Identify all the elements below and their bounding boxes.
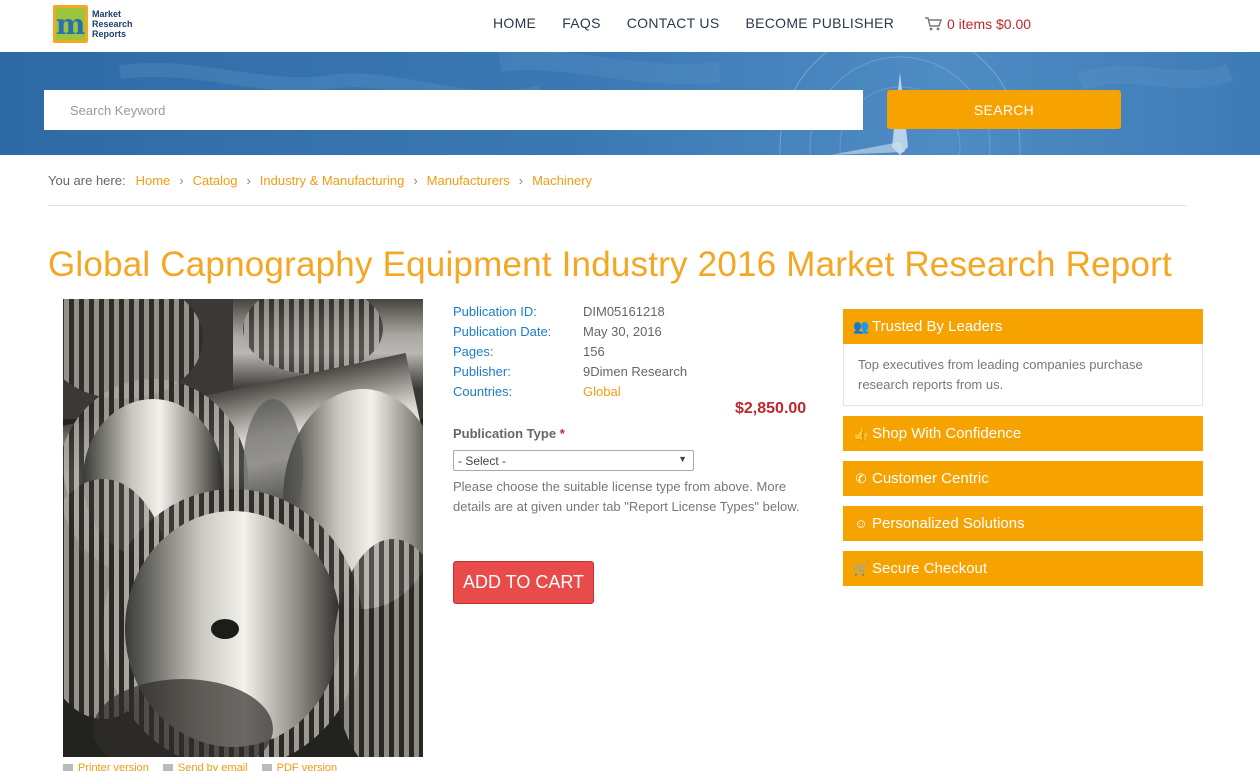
smile-icon: ☺ bbox=[854, 516, 868, 531]
printer-version-link[interactable]: Printer version bbox=[63, 762, 149, 771]
users-icon: 👥 bbox=[853, 318, 870, 334]
breadcrumb-catalog[interactable]: Catalog bbox=[193, 173, 238, 188]
countries-link[interactable]: Global bbox=[583, 384, 621, 399]
breadcrumb-label: You are here: bbox=[48, 173, 126, 188]
add-to-cart-button[interactable]: ADD TO CART bbox=[453, 561, 594, 604]
detail-publication-id: Publication ID: DIM05161218 bbox=[453, 303, 665, 319]
chevron-right-icon: › bbox=[179, 173, 184, 188]
thumbs-up-icon: 👍 bbox=[853, 425, 870, 441]
breadcrumb-home[interactable]: Home bbox=[136, 173, 171, 188]
price: $2,850.00 bbox=[735, 400, 807, 417]
breadcrumb-machinery[interactable]: Machinery bbox=[532, 173, 592, 188]
nav-contact-us[interactable]: CONTACT US bbox=[627, 15, 720, 31]
page-title: Global Capnography Equipment Industry 20… bbox=[48, 245, 1172, 284]
pdf-version-link[interactable]: PDF version bbox=[261, 762, 337, 771]
utility-links: Printer version Send by email PDF versio… bbox=[63, 762, 351, 771]
shopping-cart-icon: 🛒 bbox=[853, 560, 870, 576]
detail-pages: Pages: 156 bbox=[453, 343, 605, 359]
customer-centric-item[interactable]: ✆ Customer Centric bbox=[843, 461, 1203, 496]
nav-home[interactable]: HOME bbox=[493, 15, 536, 31]
search-banner: SEARCH bbox=[0, 52, 1260, 155]
cart-icon bbox=[925, 17, 942, 31]
phone-icon: ✆ bbox=[855, 470, 867, 486]
search-button[interactable]: SEARCH bbox=[887, 90, 1121, 129]
divider bbox=[48, 205, 1186, 206]
printer-icon bbox=[63, 764, 73, 771]
product-image bbox=[63, 299, 423, 757]
detail-publication-date: Publication Date: May 30, 2016 bbox=[453, 323, 662, 339]
cart-summary[interactable]: 0 items $0.00 bbox=[925, 16, 1031, 32]
secure-checkout-item[interactable]: 🛒 Secure Checkout bbox=[843, 551, 1203, 586]
trusted-by-leaders-panel: Top executives from leading companies pu… bbox=[843, 344, 1203, 406]
site-header: m Market Research Reports HOME FAQS CONT… bbox=[0, 0, 1260, 52]
breadcrumb-industry[interactable]: Industry & Manufacturing bbox=[260, 173, 405, 188]
breadcrumb-manufacturers[interactable]: Manufacturers bbox=[427, 173, 510, 188]
nav-become-publisher[interactable]: BECOME PUBLISHER bbox=[745, 15, 894, 31]
chevron-right-icon: › bbox=[518, 173, 524, 188]
trusted-by-leaders-header[interactable]: 👥 Trusted By Leaders bbox=[843, 309, 1203, 344]
logo-text: Market Research Reports bbox=[92, 9, 133, 39]
nav-faqs[interactable]: FAQS bbox=[562, 15, 601, 31]
main-nav: HOME FAQS CONTACT US BECOME PUBLISHER bbox=[493, 15, 920, 31]
license-help-text: Please choose the suitable license type … bbox=[453, 479, 800, 514]
detail-countries: Countries: Global bbox=[453, 383, 621, 399]
cart-label: 0 items $0.00 bbox=[947, 16, 1032, 32]
email-icon bbox=[162, 764, 173, 771]
chevron-right-icon: › bbox=[413, 173, 418, 188]
pdf-icon bbox=[261, 764, 272, 771]
publication-type-select[interactable]: - Select - ▼ bbox=[453, 450, 694, 471]
site-logo[interactable]: m Market Research Reports bbox=[53, 5, 133, 43]
send-by-email-link[interactable]: Send by email bbox=[162, 762, 248, 771]
breadcrumb: You are here: Home › Catalog › Industry … bbox=[48, 173, 592, 188]
publication-type-label: Publication Type * bbox=[453, 426, 565, 441]
personalized-solutions-item[interactable]: ☺ Personalized Solutions bbox=[843, 506, 1203, 541]
logo-mark: m bbox=[53, 5, 88, 43]
detail-publisher: Publisher: 9Dimen Research bbox=[453, 363, 688, 379]
shop-with-confidence-item[interactable]: 👍 Shop With Confidence bbox=[843, 416, 1203, 451]
report-details: Publication ID: DIM05161218 Publication D… bbox=[453, 301, 687, 401]
dropdown-arrow-icon: ▼ bbox=[678, 454, 687, 464]
chevron-right-icon: › bbox=[246, 173, 251, 188]
search-input[interactable] bbox=[44, 90, 863, 130]
